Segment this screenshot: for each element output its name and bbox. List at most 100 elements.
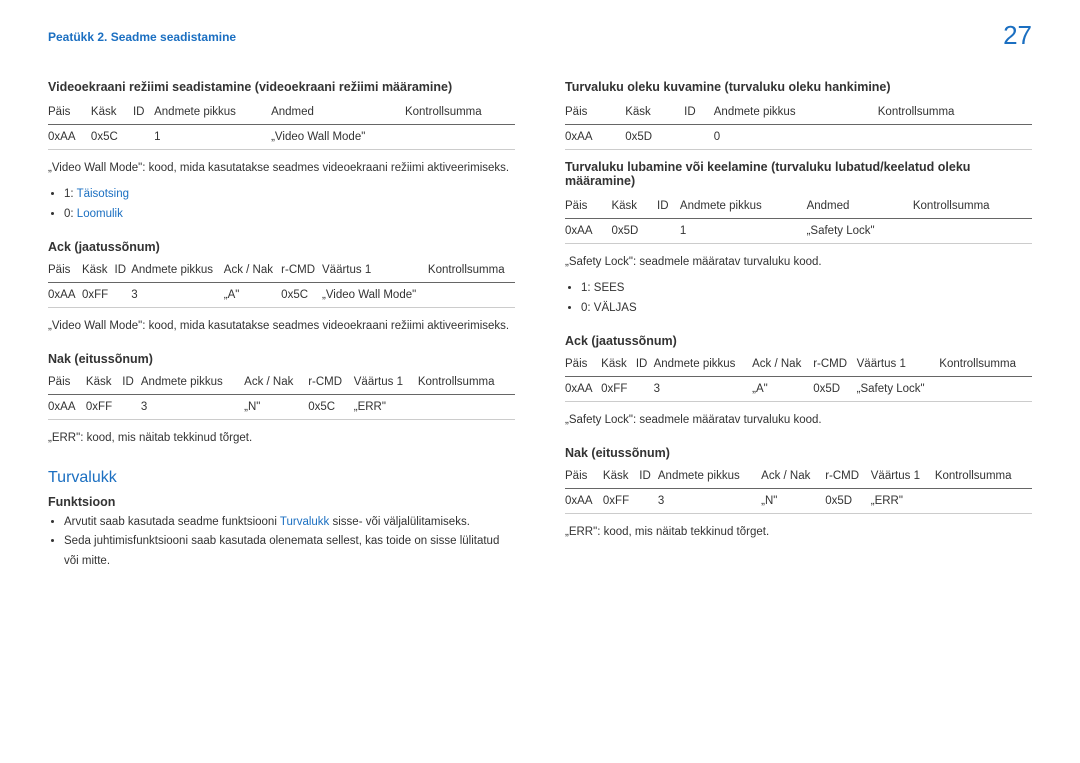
td <box>133 125 154 150</box>
th: Päis <box>565 352 601 377</box>
th: ID <box>115 258 132 283</box>
td <box>657 219 680 244</box>
td: „N" <box>244 394 308 419</box>
th: Andmed <box>271 100 405 125</box>
nak-heading: Nak (eitussõnum) <box>48 352 515 366</box>
td: „Video Wall Mode" <box>322 283 428 308</box>
table-nak-video-wall: Päis Käsk ID Andmete pikkus Ack / Nak r-… <box>48 370 515 420</box>
table-set-video-wall: Päis Käsk ID Andmete pikkus Andmed Kontr… <box>48 100 515 150</box>
td <box>115 283 132 308</box>
td <box>878 125 1032 150</box>
th: Käsk <box>603 464 639 489</box>
td <box>939 377 1032 402</box>
td: 0xAA <box>48 283 82 308</box>
th: Kontrollsumma <box>878 100 1032 125</box>
table-set-safety-lock: Päis Käsk ID Andmete pikkus Andmed Kontr… <box>565 194 1032 244</box>
th: Kontrollsumma <box>418 370 515 395</box>
th: Päis <box>48 370 86 395</box>
th: ID <box>122 370 141 395</box>
td: „ERR" <box>354 394 418 419</box>
th: Andmete pikkus <box>658 464 761 489</box>
th: Kontrollsumma <box>428 258 515 283</box>
section-heading: Turvaluku oleku kuvamine (turvaluku olek… <box>565 80 1032 94</box>
td: 0xFF <box>86 394 122 419</box>
th: Väärtus 1 <box>322 258 428 283</box>
th: Kontrollsumma <box>935 464 1032 489</box>
td: 0xAA <box>565 219 611 244</box>
table-get-safety-lock: Päis Käsk ID Andmete pikkus Kontrollsumm… <box>565 100 1032 150</box>
td: 0xFF <box>82 283 115 308</box>
list-item: Arvutit saab kasutada seadme funktsiooni… <box>64 513 515 533</box>
note: „Safety Lock": seadmele määratav turvalu… <box>565 254 1032 271</box>
td <box>418 394 515 419</box>
td: 0x5D <box>825 488 871 513</box>
ack-heading: Ack (jaatussõnum) <box>48 240 515 254</box>
th: Ack / Nak <box>761 464 825 489</box>
chapter-label: Peatükk 2. Seadme seadistamine <box>48 30 236 44</box>
td <box>639 488 658 513</box>
th: Ack / Nak <box>224 258 281 283</box>
td: „ERR" <box>871 488 935 513</box>
th: Päis <box>48 100 91 125</box>
td <box>913 219 1032 244</box>
th: ID <box>639 464 658 489</box>
section-heading-blue: Turvalukk <box>48 469 515 487</box>
th: Päis <box>48 258 82 283</box>
th: Andmete pikkus <box>154 100 271 125</box>
list-item: Seda juhtimisfunktsiooni saab kasutada o… <box>64 532 515 571</box>
th: ID <box>133 100 154 125</box>
td: 0xAA <box>48 125 91 150</box>
td: 1 <box>154 125 271 150</box>
note: „ERR": kood, mis näitab tekkinud tõrget. <box>48 430 515 447</box>
td: 0xAA <box>565 488 603 513</box>
table-nak-safety-lock: Päis Käsk ID Andmete pikkus Ack / Nak r-… <box>565 464 1032 514</box>
td <box>636 377 654 402</box>
th: r-CMD <box>825 464 871 489</box>
list-item: 1: SEES <box>581 279 1032 299</box>
th: Käsk <box>601 352 636 377</box>
td: 3 <box>654 377 753 402</box>
td: „Safety Lock" <box>807 219 913 244</box>
th: Väärtus 1 <box>354 370 418 395</box>
note: „Safety Lock": seadmele määratav turvalu… <box>565 412 1032 429</box>
th: Andmete pikkus <box>714 100 878 125</box>
section-heading: Turvaluku lubamine või keelamine (turval… <box>565 160 1032 188</box>
th: Andmete pikkus <box>131 258 224 283</box>
th: Käsk <box>91 100 133 125</box>
td: 0x5D <box>813 377 856 402</box>
left-column: Videoekraani režiimi seadistamine (video… <box>48 72 515 571</box>
link-turvalukk[interactable]: Turvalukk <box>280 516 329 528</box>
td: „A" <box>224 283 281 308</box>
th: Andmete pikkus <box>654 352 753 377</box>
th: Käsk <box>86 370 122 395</box>
link-loomulik[interactable]: Loomulik <box>77 208 123 220</box>
th: Väärtus 1 <box>871 464 935 489</box>
td: 0x5C <box>281 283 322 308</box>
th: r-CMD <box>281 258 322 283</box>
td <box>935 488 1032 513</box>
ack-heading: Ack (jaatussõnum) <box>565 334 1032 348</box>
td: 0xFF <box>603 488 639 513</box>
td: 0xAA <box>565 125 625 150</box>
link-taisotsing[interactable]: Täisotsing <box>77 188 129 200</box>
td: 0xAA <box>48 394 86 419</box>
td: 1 <box>680 219 807 244</box>
td: 0xFF <box>601 377 636 402</box>
td: 0x5C <box>91 125 133 150</box>
th: Ack / Nak <box>244 370 308 395</box>
section-heading: Videoekraani režiimi seadistamine (video… <box>48 80 515 94</box>
list-item: 0: Loomulik <box>64 205 515 225</box>
th: ID <box>657 194 680 219</box>
table-ack-video-wall: Päis Käsk ID Andmete pikkus Ack / Nak r-… <box>48 258 515 308</box>
th: Päis <box>565 194 611 219</box>
td <box>428 283 515 308</box>
th: Käsk <box>625 100 684 125</box>
td: „A" <box>752 377 813 402</box>
th: Kontrollsumma <box>405 100 515 125</box>
td: „Video Wall Mode" <box>271 125 405 150</box>
right-column: Turvaluku oleku kuvamine (turvaluku olek… <box>565 72 1032 571</box>
td <box>684 125 714 150</box>
td: 0x5D <box>611 219 657 244</box>
td <box>405 125 515 150</box>
th: Käsk <box>611 194 657 219</box>
